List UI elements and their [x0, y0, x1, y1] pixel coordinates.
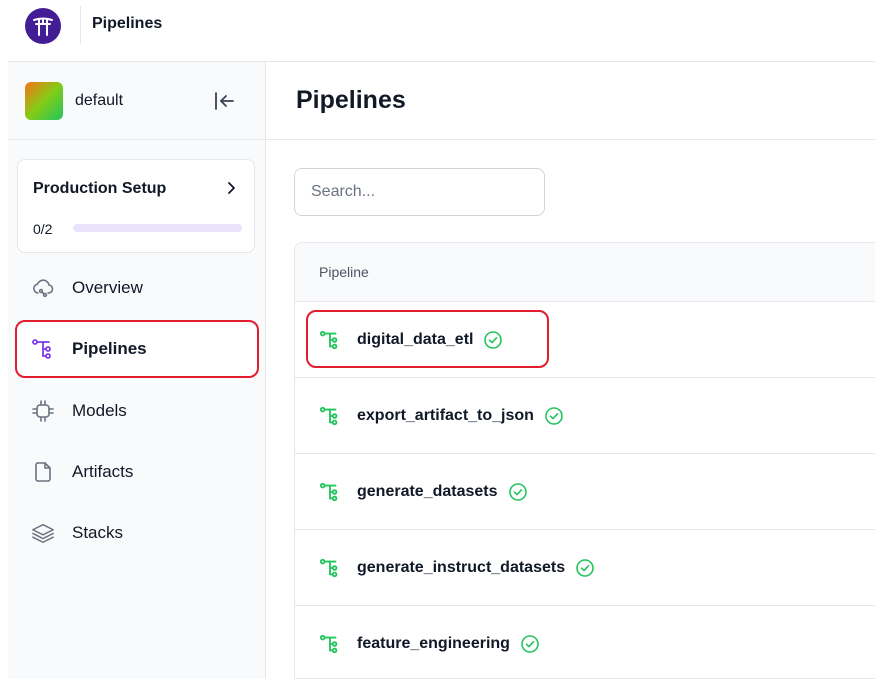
- collapse-left-icon: [215, 92, 234, 110]
- sidebar-item-artifacts[interactable]: Artifacts: [17, 444, 257, 500]
- app-title: Pipelines: [92, 15, 163, 32]
- pipeline-icon: [31, 337, 55, 361]
- topbar-divider: [80, 6, 81, 44]
- production-setup-card[interactable]: Production Setup 0/2: [17, 159, 255, 253]
- top-bar: Pipelines: [0, 0, 875, 50]
- table-row[interactable]: export_artifact_to_json: [295, 378, 875, 454]
- setup-progress-bar: [73, 224, 242, 232]
- divider: [8, 61, 875, 62]
- workspace-switcher[interactable]: default: [25, 82, 123, 120]
- pipeline-icon: [319, 481, 341, 503]
- check-circle-icon: [521, 635, 539, 653]
- sidebar-item-stacks[interactable]: Stacks: [17, 505, 257, 561]
- pipeline-icon: [319, 633, 341, 655]
- pipeline-name-link[interactable]: feature_engineering: [357, 635, 510, 653]
- pipeline-name-link[interactable]: digital_data_etl: [357, 331, 473, 349]
- check-circle-icon: [484, 330, 503, 349]
- pipelines-table: Pipeline digital_data_etl export_artifac…: [294, 242, 875, 679]
- pipeline-name-link[interactable]: generate_datasets: [357, 483, 498, 501]
- check-circle-icon: [576, 558, 594, 577]
- sidebar-item-label: Stacks: [72, 523, 124, 542]
- table-row[interactable]: feature_engineering: [295, 606, 875, 678]
- zenml-logo-icon[interactable]: [25, 8, 61, 44]
- sidebar-item-label: Overview: [72, 278, 143, 297]
- column-header-pipeline: Pipeline: [319, 264, 369, 280]
- collapse-sidebar-button[interactable]: [208, 86, 240, 116]
- sidebar-item-overview[interactable]: Overview: [17, 260, 257, 316]
- pipeline-name-link[interactable]: generate_instruct_datasets: [357, 559, 565, 577]
- pipeline-name-link[interactable]: export_artifact_to_json: [357, 407, 534, 425]
- page-title: Pipelines: [296, 86, 406, 114]
- layers-icon: [31, 521, 55, 545]
- table-row[interactable]: digital_data_etl: [295, 302, 875, 378]
- pipeline-icon: [319, 405, 341, 427]
- sidebar-item-label: Models: [72, 401, 127, 420]
- sidebar-item-pipelines[interactable]: Pipelines: [15, 320, 259, 378]
- cloud-icon: [31, 276, 55, 300]
- sidebar-divider: [265, 62, 266, 679]
- workspace-avatar: [25, 82, 63, 120]
- check-circle-icon: [508, 482, 527, 501]
- table-header: Pipeline: [295, 243, 875, 302]
- sidebar-item-models[interactable]: Models: [17, 383, 257, 439]
- search-input[interactable]: [294, 168, 545, 216]
- table-row[interactable]: generate_instruct_datasets: [295, 530, 875, 606]
- setup-progress-count: 0/2: [33, 221, 53, 237]
- check-circle-icon: [545, 406, 563, 425]
- divider: [8, 139, 875, 140]
- pipeline-icon: [319, 557, 341, 579]
- setup-title: Production Setup: [33, 180, 167, 197]
- table-row[interactable]: generate_datasets: [295, 454, 875, 530]
- pipeline-icon: [319, 329, 341, 351]
- chevron-right-icon: [228, 182, 235, 194]
- file-icon: [31, 460, 55, 484]
- workspace-name: default: [75, 92, 124, 109]
- sidebar-item-label: Pipelines: [72, 339, 147, 358]
- chip-icon: [31, 399, 55, 423]
- sidebar-item-label: Artifacts: [72, 462, 134, 481]
